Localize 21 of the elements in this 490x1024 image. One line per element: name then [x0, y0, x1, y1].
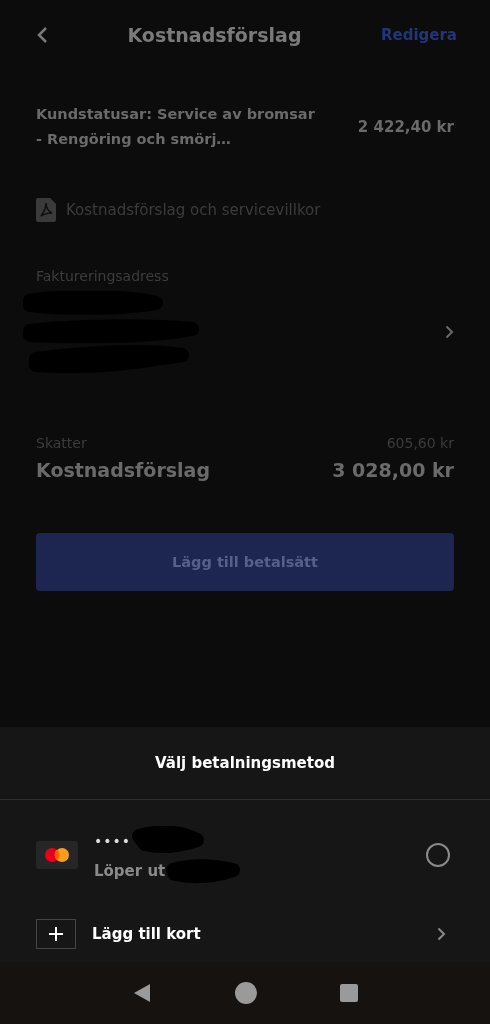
home-circle-icon[interactable]: [235, 982, 257, 1005]
edit-link[interactable]: Redigera: [380, 26, 457, 44]
pdf-document-icon: [36, 198, 56, 222]
sheet-title: Välj betalningsmetod: [155, 754, 335, 773]
chevron-right-icon: [445, 325, 454, 339]
recents-square-icon[interactable]: [340, 984, 359, 1003]
add-card-row[interactable]: Lägg till kort: [0, 906, 490, 963]
line-item-description: Kundstatusar: Service av bromsar - Rengöring och smörj…: [36, 105, 316, 149]
total-amount: 3 028,00 kr: [332, 459, 454, 481]
radio-button[interactable]: [426, 843, 450, 868]
masked-card-number: ••••: [94, 833, 132, 850]
screen-title: Kostnadsförslag: [127, 24, 302, 46]
total-label: Kostnadsförslag: [36, 459, 211, 481]
add-card-label: Lägg till kort: [92, 925, 202, 944]
chevron-right-icon: [437, 927, 446, 942]
back-icon[interactable]: [36, 26, 48, 44]
line-item-amount: 2 422,40 kr: [357, 118, 454, 136]
plus-icon: [36, 919, 76, 950]
card-brand-icon: [36, 841, 78, 870]
add-payment-method-button[interactable]: Lägg till betalsätt: [36, 533, 454, 591]
card-expiry-label: Löper ut: [94, 862, 166, 881]
